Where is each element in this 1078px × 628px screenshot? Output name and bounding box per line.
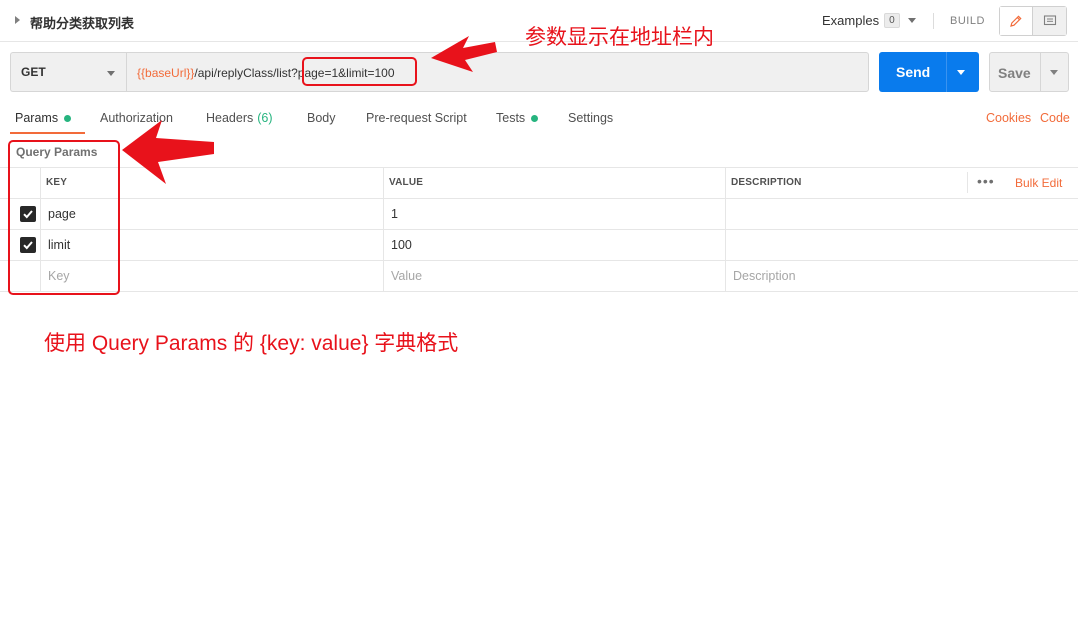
active-tab-indicator	[10, 132, 85, 134]
tab-label: Pre-request Script	[366, 111, 467, 125]
annotation-params-note: 使用 Query Params 的 {key: value} 字典格式	[44, 332, 459, 355]
divider	[946, 52, 947, 92]
url-variable: {{baseUrl}}	[137, 66, 195, 80]
request-name[interactable]: 帮助分类获取列表	[30, 13, 134, 32]
tab-label: Settings	[568, 111, 614, 125]
param-value[interactable]: 100	[391, 238, 412, 252]
column-divider	[967, 172, 968, 193]
param-value[interactable]: 1	[391, 207, 398, 221]
examples-count-badge: 0	[884, 13, 900, 28]
comment-icon	[1043, 15, 1056, 26]
divider	[933, 13, 934, 29]
pencil-icon	[1010, 15, 1022, 27]
headers-count: (6)	[257, 111, 273, 125]
tab-label: Tests	[496, 111, 526, 125]
tab-settings[interactable]: Settings	[568, 111, 613, 125]
tab-label: Params	[15, 111, 59, 125]
table-border	[0, 198, 1078, 199]
save-label: Save	[998, 65, 1031, 81]
column-header-description: DESCRIPTION	[731, 177, 802, 188]
chevron-down-icon	[107, 71, 115, 76]
build-mode-label: BUILD	[950, 15, 985, 27]
examples-dropdown[interactable]: Examples 0	[822, 13, 916, 28]
column-header-value: VALUE	[389, 177, 424, 188]
table-border	[0, 291, 1078, 292]
comments-button[interactable]	[1033, 7, 1066, 35]
edit-mode-button[interactable]	[1000, 7, 1034, 35]
send-button[interactable]: Send	[879, 52, 979, 92]
table-border	[0, 229, 1078, 230]
new-value-input[interactable]: Value	[391, 269, 422, 283]
annotation-url-note: 参数显示在地址栏内	[525, 26, 714, 49]
save-options-chevron-icon[interactable]	[1050, 70, 1058, 75]
cookies-link[interactable]: Cookies	[986, 111, 1031, 125]
arrow-annotation-icon	[431, 36, 497, 72]
code-link[interactable]: Code	[1040, 111, 1070, 125]
send-options-chevron-icon[interactable]	[957, 70, 965, 75]
tab-label: Body	[307, 111, 336, 125]
divider	[1040, 53, 1041, 91]
arrow-annotation-icon	[122, 120, 214, 184]
chevron-down-icon	[907, 18, 916, 23]
query-params-highlight	[8, 140, 120, 295]
status-dot-icon	[64, 114, 72, 122]
method-value: GET	[21, 65, 46, 79]
url-path: /api/replyClass/list?	[194, 66, 298, 80]
column-divider	[725, 167, 726, 291]
postman-request-editor: 帮助分类获取列表 Examples 0 BUILD GET {{baseUrl}…	[0, 0, 1078, 628]
send-label: Send	[896, 64, 931, 80]
more-options-icon[interactable]: •••	[977, 173, 995, 189]
new-description-input[interactable]: Description	[733, 269, 796, 283]
column-divider	[383, 167, 384, 291]
status-dot-icon	[531, 114, 539, 122]
mode-toggle	[999, 6, 1067, 36]
tab-body[interactable]: Body	[307, 111, 336, 125]
bulk-edit-link[interactable]: Bulk Edit	[1015, 176, 1062, 190]
method-select[interactable]: GET	[10, 52, 126, 92]
examples-label: Examples	[822, 13, 880, 28]
table-border	[0, 260, 1078, 261]
tab-tests[interactable]: Tests	[496, 111, 539, 125]
expand-caret-icon[interactable]	[15, 16, 20, 24]
tab-pre-request-script[interactable]: Pre-request Script	[366, 111, 467, 125]
url-query-highlight	[302, 57, 417, 86]
tab-params[interactable]: Params	[15, 111, 72, 125]
save-button[interactable]: Save	[989, 52, 1069, 92]
